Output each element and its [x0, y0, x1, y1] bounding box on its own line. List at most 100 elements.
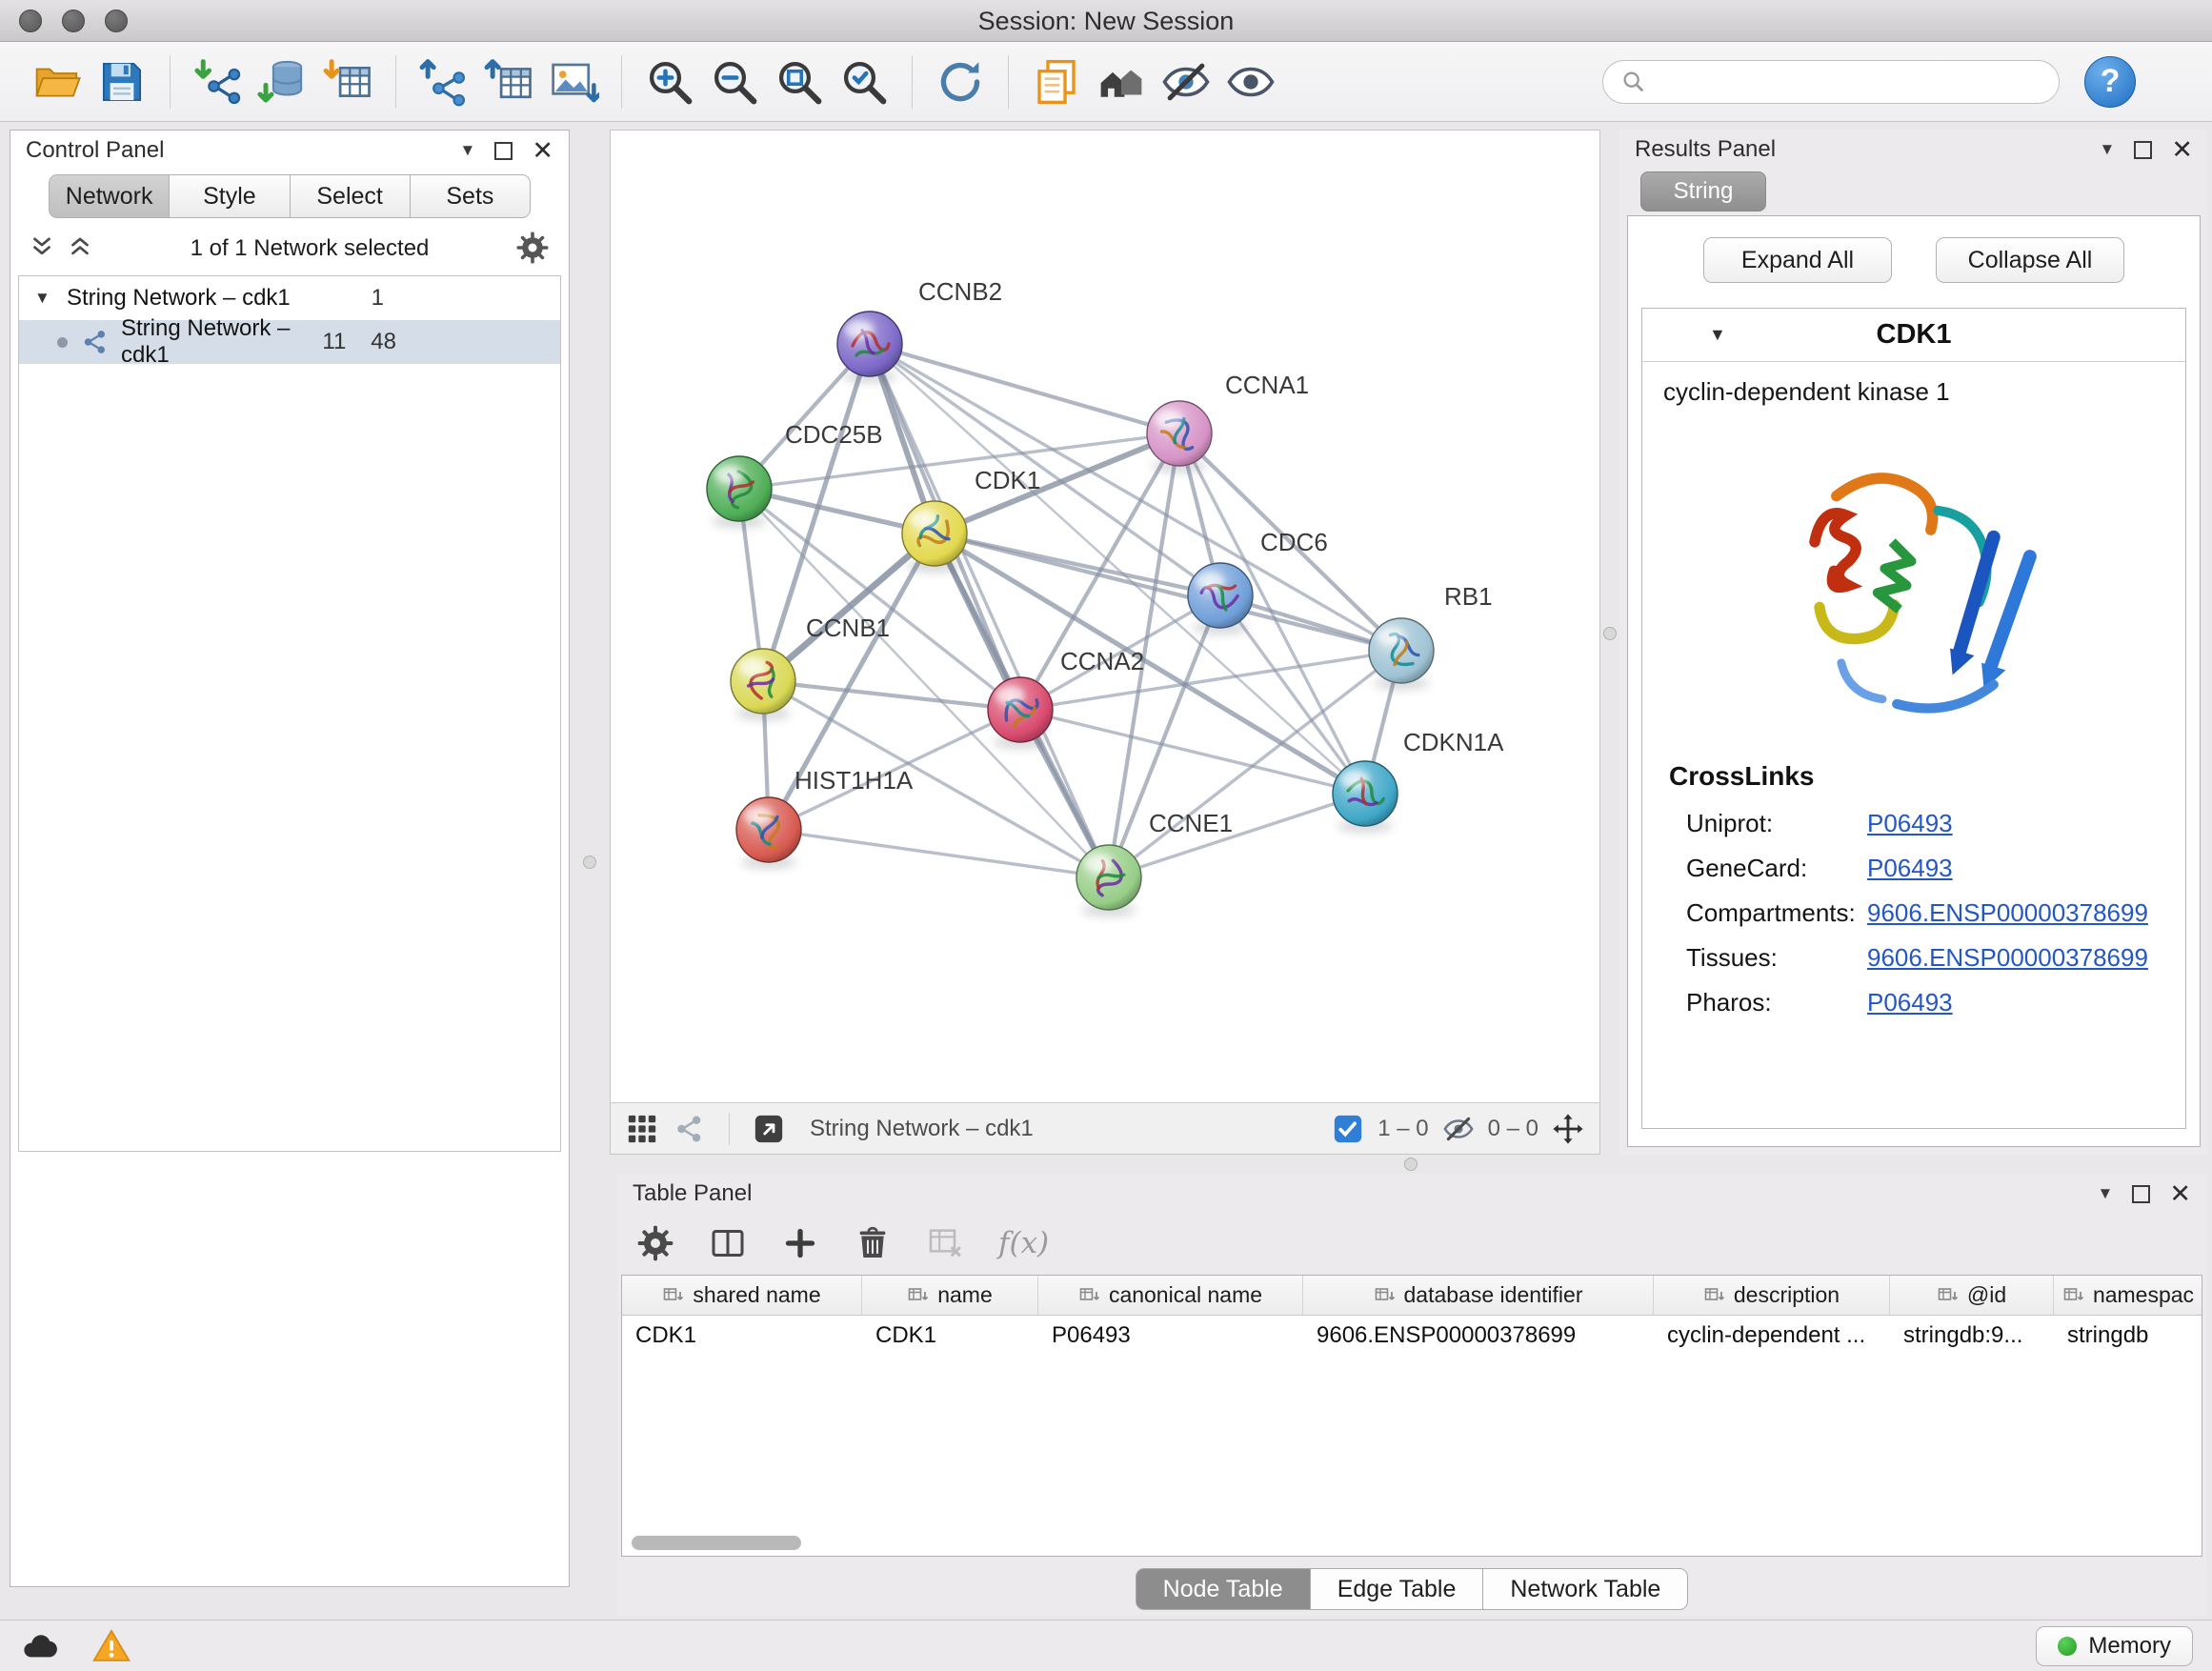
edge-CCNB2-CCNA1[interactable]: [870, 344, 1179, 433]
cloud-icon[interactable]: [19, 1626, 59, 1666]
function-builder-icon[interactable]: f(x): [998, 1226, 1049, 1260]
network-collection-row[interactable]: ▼ String Network – cdk1 1: [19, 276, 560, 320]
table-settings-gear-icon[interactable]: [636, 1224, 674, 1262]
edge-CCNB1-CCNA2[interactable]: [763, 681, 1020, 710]
hidden-eye-slash-icon[interactable]: [1442, 1113, 1475, 1145]
hide-selected-button[interactable]: [1154, 49, 1218, 115]
node-HIST1H1A[interactable]: [736, 797, 801, 862]
zoom-in-button[interactable]: [637, 49, 702, 115]
float-panel-icon[interactable]: ▼: [2100, 140, 2116, 159]
node-CCNE1[interactable]: [1076, 845, 1141, 910]
column-header-database-identifier[interactable]: database identifier: [1303, 1276, 1654, 1315]
close-panel-icon[interactable]: ✕: [2171, 137, 2193, 163]
table-row[interactable]: CDK1CDK1P064939606.ENSP00000378699cyclin…: [622, 1316, 2202, 1356]
tab-sets[interactable]: Sets: [410, 174, 531, 218]
maximize-panel-icon[interactable]: [2132, 1185, 2150, 1203]
selected-checkbox-icon[interactable]: [1332, 1113, 1364, 1145]
splitter-handle[interactable]: [1404, 1158, 1418, 1171]
zoom-window-button[interactable]: [105, 10, 128, 32]
node-CDC25B[interactable]: [707, 456, 772, 521]
edge-CDKN1A-CCNE1[interactable]: [1109, 794, 1365, 877]
zoom-fit-button[interactable]: [767, 49, 832, 115]
network-row[interactable]: String Network – cdk1 11 48: [19, 320, 560, 364]
network-canvas[interactable]: CCNB2CCNA1CDC25BCDK1CDC6RB1CCNB1CCNA2CDK…: [611, 131, 1599, 1102]
edge-HIST1H1A-CCNE1[interactable]: [769, 830, 1109, 877]
expand-all-icon[interactable]: [66, 232, 98, 265]
birdseye-toggle-icon[interactable]: [674, 1113, 706, 1145]
node-CCNB1[interactable]: [731, 649, 795, 714]
collapse-all-button[interactable]: Collapse All: [1936, 237, 2124, 283]
maximize-panel-icon[interactable]: [2134, 141, 2152, 159]
float-panel-icon[interactable]: ▼: [2098, 1184, 2114, 1203]
tab-select[interactable]: Select: [290, 174, 411, 218]
export-image-button[interactable]: [541, 49, 606, 115]
crosslink-link[interactable]: P06493: [1867, 988, 1953, 1017]
close-window-button[interactable]: [19, 10, 42, 32]
tab-network[interactable]: Network: [49, 174, 170, 218]
float-panel-icon[interactable]: ▼: [460, 141, 476, 160]
node-CCNB2[interactable]: [837, 312, 902, 376]
tab-string[interactable]: String: [1640, 171, 1766, 211]
close-panel-icon[interactable]: ✕: [532, 138, 553, 164]
search-box[interactable]: [1602, 60, 2060, 104]
export-network-button[interactable]: [412, 49, 476, 115]
crosslink-link[interactable]: 9606.ENSP00000378699: [1867, 898, 2148, 928]
node-CDK1[interactable]: [902, 501, 967, 566]
import-network-from-file-button[interactable]: [186, 49, 251, 115]
zoom-out-button[interactable]: [702, 49, 767, 115]
maximize-panel-icon[interactable]: [494, 142, 513, 160]
edge-CCNB2-RB1[interactable]: [870, 344, 1401, 651]
crosslink-link[interactable]: P06493: [1867, 809, 1953, 838]
export-table-button[interactable]: [476, 49, 541, 115]
splitter-handle[interactable]: [1603, 627, 1617, 640]
zoom-selected-button[interactable]: [832, 49, 896, 115]
column-header-shared-name[interactable]: shared name: [622, 1276, 862, 1315]
edge-CDK1-RB1[interactable]: [935, 534, 1401, 651]
collapse-all-icon[interactable]: [28, 232, 60, 265]
node-CDKN1A[interactable]: [1333, 761, 1398, 826]
tab-style[interactable]: Style: [169, 174, 290, 218]
collapse-entry-icon[interactable]: ▼: [1709, 325, 1726, 345]
edge-CCNB2-CCNE1[interactable]: [870, 344, 1109, 877]
splitter-handle[interactable]: [583, 856, 596, 869]
show-columns-icon[interactable]: [709, 1224, 747, 1262]
horizontal-scrollbar[interactable]: [632, 1536, 801, 1550]
show-all-button[interactable]: [1218, 49, 1283, 115]
export-view-icon[interactable]: [753, 1113, 785, 1145]
crosslink-link[interactable]: P06493: [1867, 854, 1953, 883]
tab-network-table[interactable]: Network Table: [1482, 1568, 1688, 1610]
network-options-gear-icon[interactable]: [515, 231, 552, 267]
network-view[interactable]: CCNB2CCNA1CDC25BCDK1CDC6RB1CCNB1CCNA2CDK…: [610, 130, 1600, 1155]
clone-document-button[interactable]: [1024, 49, 1089, 115]
node-CDC6[interactable]: [1188, 563, 1253, 628]
close-panel-icon[interactable]: ✕: [2169, 1181, 2191, 1207]
tab-node-table[interactable]: Node Table: [1136, 1568, 1311, 1610]
search-input[interactable]: [1657, 69, 2041, 95]
minimize-window-button[interactable]: [62, 10, 85, 32]
column-header--id[interactable]: @id: [1890, 1276, 2054, 1315]
import-table-from-file-button[interactable]: [315, 49, 380, 115]
tab-edge-table[interactable]: Edge Table: [1310, 1568, 1484, 1610]
column-header-name[interactable]: name: [862, 1276, 1038, 1315]
crosslink-link[interactable]: 9606.ENSP00000378699: [1867, 943, 2148, 973]
refresh-layout-button[interactable]: [928, 49, 993, 115]
node-RB1[interactable]: [1369, 618, 1434, 683]
birdseye-view-button[interactable]: [1089, 49, 1154, 115]
column-header-namespac[interactable]: namespac: [2054, 1276, 2202, 1315]
expand-all-button[interactable]: Expand All: [1703, 237, 1892, 283]
memory-button[interactable]: Memory: [2036, 1626, 2193, 1666]
warning-icon[interactable]: [91, 1626, 131, 1666]
save-session-button[interactable]: [90, 49, 154, 115]
node-CCNA2[interactable]: [988, 677, 1053, 742]
grid-view-icon[interactable]: [626, 1113, 658, 1145]
node-details-header[interactable]: ▼ CDK1: [1642, 309, 2185, 362]
collapse-triangle-icon[interactable]: ▼: [34, 289, 67, 308]
node-CCNA1[interactable]: [1147, 401, 1212, 466]
help-button[interactable]: ?: [2084, 56, 2136, 108]
import-network-from-database-button[interactable]: [251, 49, 315, 115]
add-column-icon[interactable]: [781, 1224, 819, 1262]
column-header-description[interactable]: description: [1654, 1276, 1890, 1315]
open-session-button[interactable]: [25, 49, 90, 115]
column-header-canonical-name[interactable]: canonical name: [1038, 1276, 1303, 1315]
pan-crosshair-icon[interactable]: [1552, 1113, 1584, 1145]
